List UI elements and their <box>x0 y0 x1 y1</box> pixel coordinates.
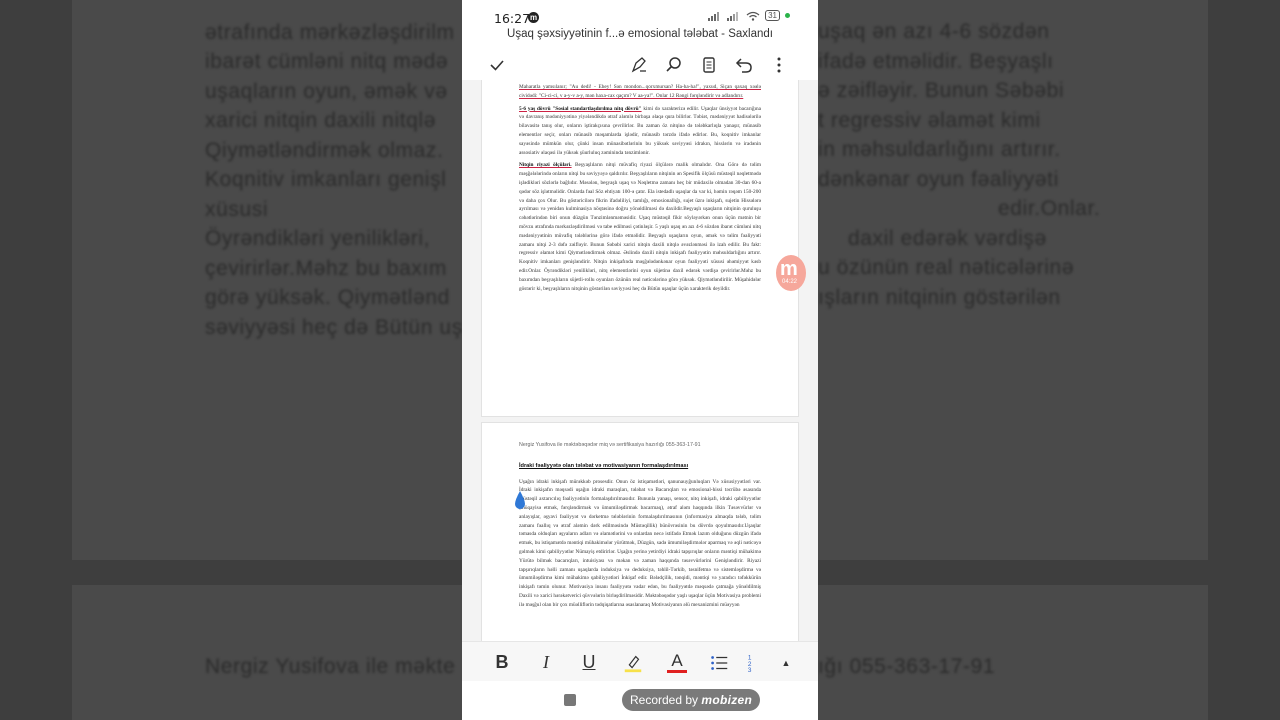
bg-line: t regressiv əlamət kimi <box>818 108 1041 132</box>
bg-line: çevirirlər.Məhz bu baxım <box>205 256 447 280</box>
notification-icon: m <box>528 12 539 23</box>
recorder-timer: 04:22 <box>782 279 798 285</box>
italic-button[interactable]: I <box>534 652 558 674</box>
recorder-logo: m <box>780 258 798 280</box>
phone-screen: 16:27 m 31 Uşaq şəxsiyyətinin f...ə emos… <box>462 0 818 720</box>
bg-line: uşaq ən azı 4-6 sözdən <box>818 20 1050 43</box>
numbered-list-icon[interactable]: 123 <box>747 652 761 674</box>
undo-icon[interactable] <box>733 54 755 76</box>
wifi-icon <box>746 11 760 21</box>
bg-line: dənkənar oyun fəaliyyəti <box>818 167 1059 191</box>
bg-line: görə yüksək. Qiymətlənd <box>205 286 450 309</box>
bg-line: səviyyəsi heç də Bütün uş <box>205 315 462 339</box>
bg-line: ifadə etməlidir. Beşyaşlı <box>818 49 1054 73</box>
search-icon[interactable] <box>663 54 685 76</box>
reading-view-icon[interactable] <box>698 54 720 76</box>
format-toolbar: B I U A 123 ▲ <box>462 641 818 682</box>
pen-icon[interactable] <box>628 54 650 76</box>
background-footer-left: Nergiz Yusifova ile məkte <box>205 655 456 678</box>
page-1-text: Maharatla yamsılanır; "Au dedi! - Ehey! … <box>519 83 761 297</box>
more-vertical-icon[interactable] <box>768 54 790 76</box>
paragraph-lead: Nitqin riyazi ölçüləri. <box>519 162 572 169</box>
bg-line: uşaqların oyun, əmək və <box>205 79 448 103</box>
document-page-2: Nergiz Yusifova ile məktəbəqədər miq və … <box>481 422 799 641</box>
font-color-letter: A <box>671 651 683 670</box>
signal-icon-2 <box>727 11 739 21</box>
bold-button[interactable]: B <box>490 652 514 674</box>
bg-line: daxil edərək vərdişə <box>848 226 1047 250</box>
background-text-right: uşaq ən azı 4-6 sözdən ifadə etməlidir. … <box>818 17 1100 312</box>
status-icons: 31 <box>708 10 790 21</box>
bg-line: edir.Onlar. <box>998 197 1101 220</box>
font-color-button[interactable]: A <box>665 652 689 674</box>
paragraph: Uşağın idraki inkişafı mürəkkəb prosesdi… <box>519 478 761 608</box>
check-icon[interactable] <box>486 54 508 76</box>
chevron-up-icon[interactable]: ▲ <box>774 652 798 674</box>
bullet-list-icon[interactable] <box>707 652 731 674</box>
document-page-1: Maharatla yamsılanır; "Au dedi! - Ehey! … <box>481 80 799 417</box>
bg-line: xüsusi <box>205 197 269 221</box>
bg-line: ışların nitqinin göstərilən <box>818 285 1061 309</box>
background-text-left: ətrafında mərkəzləşdirilm ibarət cümləni… <box>205 0 462 342</box>
bg-line: in məhsuldarlığını artırır. <box>818 138 1061 161</box>
background-right-blur: uşaq ən azı 4-6 sözdən ifadə etməlidir. … <box>818 0 1280 720</box>
bg-line: Qiymətləndirmək olmaz. <box>205 138 444 162</box>
bg-line: Öyrəndikləri yenilikləri, <box>205 227 431 250</box>
page-2-text: Nergiz Yusifova ile məktəbəqədər miq və … <box>519 441 761 614</box>
bg-line: ibarət cümləni nitq mədə <box>205 50 449 73</box>
background-left-blur: ətrafında mərkəzləşdirilm ibarət cümləni… <box>0 0 462 720</box>
status-bar: 16:27 m 31 <box>462 0 818 30</box>
svg-text:3: 3 <box>748 667 752 674</box>
font-color-swatch <box>667 670 687 673</box>
paragraph: Maharatla yamsılanır; "Au dedi! - Ehey! … <box>519 84 761 99</box>
bg-line: u özünün real nəticələrinə <box>818 256 1075 279</box>
recording-watermark: Recorded by mobizen <box>622 689 761 711</box>
system-nav-bar: Recorded by mobizen <box>462 681 818 720</box>
status-time: 16:27 <box>494 11 531 26</box>
highlighter-icon[interactable] <box>621 652 645 674</box>
bg-line: ətrafında mərkəzləşdirilm <box>205 20 455 44</box>
bg-line: xarici nitqin daxili nitqlə <box>205 109 436 132</box>
signal-icon <box>708 11 720 21</box>
recorder-bubble[interactable]: m 04:22 <box>776 255 806 291</box>
paragraph-body: kimi də xarakterizə edilir. Uşaqlar ünsi… <box>519 105 761 156</box>
document-title: Uşaq şəxsiyyətinin f...ə emosional tələb… <box>507 28 773 40</box>
bg-line: Koqnitiv imkanları genişl <box>205 168 447 191</box>
page-header: Nergiz Yusifova ile məktəbəqədər miq və … <box>519 442 701 448</box>
recording-dot-icon <box>785 13 790 18</box>
paragraph-body: Beşyaşlıların nitqi müvafiq riyazi ölçül… <box>519 162 761 292</box>
watermark-logo: mobizen <box>701 693 753 707</box>
section-heading: İdraki fəaliyyətə olan tələbat və motiva… <box>519 462 689 469</box>
recent-apps-button[interactable] <box>564 694 576 706</box>
bg-line: ə zəifləyir. Bunun Səbəbi <box>818 79 1065 102</box>
battery-icon: 31 <box>765 10 780 21</box>
watermark-prefix: Recorded by <box>630 693 699 707</box>
top-toolbar <box>462 48 818 80</box>
underline-button[interactable]: U <box>577 652 601 674</box>
paragraph-lead: 5-6 yaş dövrü "Sosial standartlaşdırılma… <box>519 105 642 112</box>
document-canvas[interactable]: Maharatla yamsılanır; "Au dedi! - Ehey! … <box>462 80 818 641</box>
paragraph: Nitqin riyazi ölçüləri. Beşyaşlıların ni… <box>519 161 761 293</box>
background-footer-right: ığı 055-363-17-91 <box>818 655 996 678</box>
text-cursor-handle-icon[interactable] <box>513 490 527 512</box>
paragraph: 5-6 yaş dövrü "Sosial standartlaşdırılma… <box>519 105 761 158</box>
